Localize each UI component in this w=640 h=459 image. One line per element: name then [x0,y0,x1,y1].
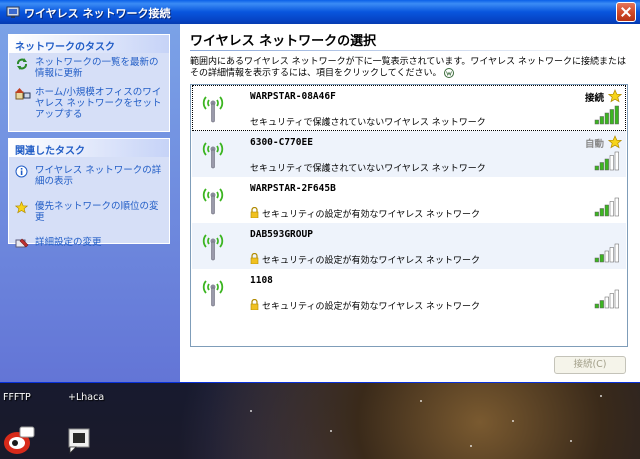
network-name: 1108 [250,275,273,286]
close-button[interactable] [616,2,636,22]
task-refresh-network-list[interactable]: ネットワークの一覧を最新の情報に更新 [9,53,169,83]
network-item[interactable]: WARPSTAR-2F645B セキュリティの設定が有効なワイヤレス ネットワーク [192,177,626,223]
wireless-antenna-icon [202,234,224,261]
signal-strength-icon [594,243,619,263]
help-icon[interactable] [444,68,455,78]
task-setup-label: ホーム/小規模オフィスのワイヤレス ネットワークをセットアップする [35,87,162,120]
network-name: WARPSTAR-08A46F [250,91,336,102]
task-change-order[interactable]: 優先ネットワークの順位の変更 [9,197,169,227]
network-name: 6300-C770EE [250,137,313,148]
network-security-text: セキュリティで保護されていないワイヤレス ネットワーク [250,164,486,174]
network-security-text: セキュリティの設定が有効なワイヤレス ネットワーク [262,210,481,220]
lock-icon [250,299,259,310]
application-shortcut-icon[interactable] [2,425,36,455]
wireless-antenna-icon [202,280,224,307]
network-item[interactable]: 1108 セキュリティの設定が有効なワイヤレス ネットワーク [192,269,626,315]
network-tasks-header: ネットワークのタスク [9,35,169,53]
signal-strength-icon [594,105,619,125]
task-pane: ネットワークのタスク ネットワークの一覧を最新の情報に更新 ホーム/小規模オフィ… [0,24,180,382]
signal-strength-icon [594,151,619,171]
network-status: 接続 [584,93,604,104]
wireless-antenna-icon [202,142,224,169]
wireless-network-window: ワイヤレス ネットワーク接続 ネットワークのタスク ネットワークの一覧を最新の情… [0,0,640,382]
exe-shortcut-icon[interactable] [66,425,92,455]
task-advanced-settings-label: 詳細設定の変更 [35,237,102,248]
page-title: ワイヤレス ネットワークの選択 [190,34,377,49]
wireless-network-icon [6,6,20,18]
task-advanced-settings[interactable]: 詳細設定の変更 [9,233,169,252]
network-selection-pane: ワイヤレス ネットワークの選択 範囲内にあるワイヤレス ネットワークが下に一覧表… [180,24,640,382]
title-divider [190,50,630,51]
star-icon [15,201,28,214]
description-body: 範囲内にあるワイヤレス ネットワークが下に一覧表示されています。ワイヤレス ネッ… [190,57,627,79]
signal-strength-icon [594,197,619,217]
task-view-details[interactable]: ワイヤレス ネットワークの詳細の表示 [9,161,169,191]
info-icon [15,165,28,178]
task-view-details-label: ワイヤレス ネットワークの詳細の表示 [35,165,162,187]
desktop-icon-ffftp-label[interactable]: FFFTP [3,392,31,403]
signal-strength-icon [594,289,619,309]
desktop-icon-lhaca-label[interactable]: +Lhaca [68,392,104,403]
network-name: DAB593GROUP [250,229,313,240]
description-text: 範囲内にあるワイヤレス ネットワークが下に一覧表示されています。ワイヤレス ネッ… [190,57,630,80]
refresh-icon [17,58,27,70]
lock-icon [250,207,259,218]
related-tasks-panel: 関連したタスク ワイヤレス ネットワークの詳細の表示 優先ネットワークの順位の変… [8,138,170,248]
connect-button[interactable]: 接続(C) [554,356,626,374]
network-item[interactable]: DAB593GROUP セキュリティの設定が有効なワイヤレス ネットワーク [192,223,626,269]
network-name: WARPSTAR-2F645B [250,183,336,194]
related-tasks-header: 関連したタスク [9,139,169,157]
task-change-order-label: 優先ネットワークの順位の変更 [35,201,159,223]
network-list[interactable]: WARPSTAR-08A46F セキュリティで保護されていないワイヤレス ネットワ… [190,84,628,347]
network-item[interactable]: WARPSTAR-08A46F セキュリティで保護されていないワイヤレス ネットワ… [192,85,626,131]
lock-icon [250,253,259,264]
network-security-text: セキュリティの設定が有効なワイヤレス ネットワーク [262,256,481,266]
task-setup-home-network[interactable]: ホーム/小規模オフィスのワイヤレス ネットワークをセットアップする [9,83,169,124]
wireless-antenna-icon [202,188,224,215]
window-title: ワイヤレス ネットワーク接続 [24,7,171,20]
network-item[interactable]: 6300-C770EE セキュリティで保護されていないワイヤレス ネットワーク 自動 [192,131,626,177]
title-bar[interactable]: ワイヤレス ネットワーク接続 [0,0,640,24]
network-status: 自動 [584,139,604,150]
wireless-antenna-icon [202,96,224,123]
settings-icon [15,238,29,248]
task-refresh-label: ネットワークの一覧を最新の情報に更新 [35,57,159,79]
network-tasks-panel: ネットワークのタスク ネットワークの一覧を最新の情報に更新 ホーム/小規模オフィ… [8,34,170,132]
preferred-network-star-icon [608,89,622,103]
network-security-text: セキュリティで保護されていないワイヤレス ネットワーク [250,118,486,128]
network-security-text: セキュリティの設定が有効なワイヤレス ネットワーク [262,302,481,312]
preferred-network-star-icon [608,135,622,149]
home-network-icon [15,88,31,100]
